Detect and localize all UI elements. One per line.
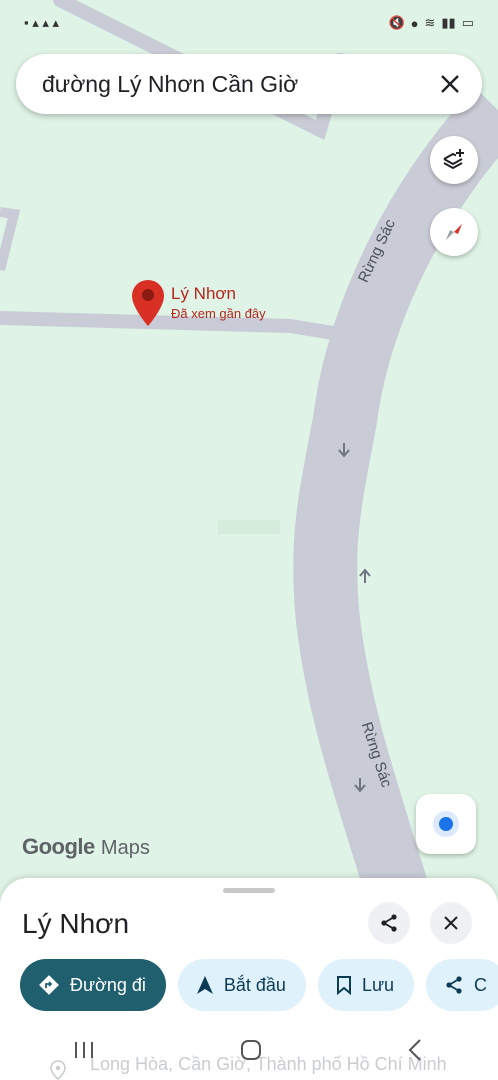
pin-icon	[132, 280, 164, 326]
location-icon: ●	[410, 15, 419, 31]
maps-logo-text: Maps	[100, 837, 150, 859]
share-icon	[381, 914, 397, 932]
battery-icon: ▭	[461, 15, 474, 30]
directions-button[interactable]: Đường đi	[20, 959, 166, 1011]
system-nav-bar	[0, 1020, 498, 1080]
action-chips: Đường đi Bắt đầu Lưu C	[20, 959, 498, 1011]
search-input[interactable]: đường Lý Nhơn Cần Giờ	[42, 71, 436, 98]
back-icon[interactable]	[406, 1038, 426, 1062]
start-button[interactable]: Bắt đầu	[177, 959, 306, 1011]
map-canvas[interactable]	[0, 0, 498, 900]
wifi-icon: ≋	[424, 15, 436, 30]
map-pin[interactable]	[130, 278, 166, 333]
bookmark-icon	[336, 976, 351, 995]
share-label: C	[474, 974, 488, 995]
my-location-button[interactable]	[416, 794, 476, 854]
pin-title: Lý Nhơn	[171, 284, 237, 303]
close-icon	[444, 916, 458, 930]
mute-icon: 🔇	[388, 15, 405, 30]
location-dot-icon	[439, 817, 453, 831]
close-icon[interactable]	[436, 70, 464, 98]
navigation-arrow-icon	[196, 976, 213, 994]
start-label: Bắt đầu	[223, 974, 286, 995]
layers-icon	[443, 149, 464, 170]
map-roads	[0, 0, 498, 900]
drag-handle[interactable]	[223, 888, 275, 893]
search-bar[interactable]: đường Lý Nhơn Cần Giờ	[16, 54, 482, 114]
pin-subtitle: Đã xem gần đây	[171, 306, 266, 321]
share-button[interactable]	[368, 902, 410, 944]
notification-icons: ▪ ▴ ▴ ▴	[24, 15, 60, 30]
layers-button[interactable]	[430, 136, 478, 184]
home-icon[interactable]	[239, 1038, 263, 1062]
save-button[interactable]: Lưu	[317, 959, 415, 1011]
status-bar: ▪ ▴ ▴ ▴ 🔇 ● ≋ ▮▮ ▭	[0, 0, 498, 46]
directions-icon	[39, 975, 59, 995]
save-label: Lưu	[361, 974, 395, 995]
share-chip-button[interactable]: C	[426, 959, 498, 1011]
google-logo-text: Google	[22, 834, 95, 859]
recent-apps-icon[interactable]	[72, 1040, 96, 1060]
place-title: Lý Nhơn	[22, 908, 130, 939]
compass-icon	[446, 224, 462, 240]
compass-button[interactable]	[430, 208, 478, 256]
signal-icon: ▮▮	[441, 15, 456, 30]
share-icon	[446, 976, 462, 994]
pin-label[interactable]: Lý Nhơn Đã xem gần đây	[171, 284, 266, 321]
google-maps-logo: Google Maps	[22, 834, 150, 860]
directions-label: Đường đi	[70, 974, 146, 995]
direction-arrow-icon	[359, 568, 371, 583]
close-sheet-button[interactable]	[430, 902, 472, 944]
system-icons: 🔇 ● ≋ ▮▮ ▭	[388, 15, 474, 31]
